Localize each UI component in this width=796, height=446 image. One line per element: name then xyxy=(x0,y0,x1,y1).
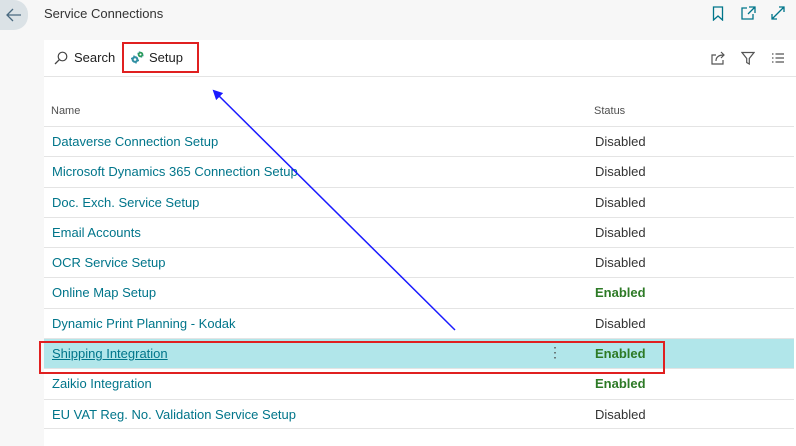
table-row[interactable]: Dataverse Connection Setup Disabled xyxy=(44,126,794,156)
list-view-icon[interactable] xyxy=(770,50,786,66)
row-status: Disabled xyxy=(595,194,646,210)
column-header-name[interactable]: Name xyxy=(51,105,80,117)
row-name-link[interactable]: Online Map Setup xyxy=(52,285,156,300)
table-row[interactable]: OCR Service Setup Disabled xyxy=(44,247,794,277)
row-status: Disabled xyxy=(595,224,646,240)
table-row[interactable]: Email Accounts Disabled xyxy=(44,216,794,247)
row-highlight-box xyxy=(39,341,665,374)
column-header-status[interactable]: Status xyxy=(594,105,625,117)
row-name-link[interactable]: OCR Service Setup xyxy=(52,255,165,270)
row-name-link[interactable]: Doc. Exch. Service Setup xyxy=(52,195,199,210)
table-row[interactable]: Microsoft Dynamics 365 Connection Setup … xyxy=(44,156,794,186)
share-icon[interactable] xyxy=(710,50,726,66)
table-row[interactable]: Dynamic Print Planning - Kodak Disabled xyxy=(44,307,794,338)
row-name-link[interactable]: Email Accounts xyxy=(52,225,141,240)
action-bar: Search Setup xyxy=(44,40,796,77)
search-label: Search xyxy=(74,50,116,65)
row-name-link[interactable]: Dataverse Connection Setup xyxy=(52,134,218,149)
row-status: Disabled xyxy=(595,255,646,271)
row-name-link[interactable]: Dynamic Print Planning - Kodak xyxy=(52,316,236,331)
list-panel: Search Setup Name Status Dataverse Conne… xyxy=(39,40,796,446)
row-status: Disabled xyxy=(595,315,646,331)
row-name-link[interactable]: Microsoft Dynamics 365 Connection Setup xyxy=(52,164,298,179)
row-name-link[interactable]: Zaikio Integration xyxy=(52,376,152,391)
service-connections-table: Dataverse Connection Setup Disabled Micr… xyxy=(44,126,794,429)
row-status: Enabled xyxy=(595,285,646,301)
toolbar-right-actions xyxy=(710,50,786,66)
row-status: Enabled xyxy=(595,376,646,392)
setup-highlight-box xyxy=(122,42,199,73)
title-actions xyxy=(710,4,786,22)
arrow-left-icon xyxy=(6,8,21,22)
table-row[interactable]: EU VAT Reg. No. Validation Service Setup… xyxy=(44,398,794,429)
bookmark-icon[interactable] xyxy=(710,4,726,22)
row-name-link[interactable]: EU VAT Reg. No. Validation Service Setup xyxy=(52,407,296,422)
page-title: Service Connections xyxy=(44,6,164,21)
search-icon xyxy=(54,51,68,64)
row-status: Disabled xyxy=(595,164,646,180)
filter-icon[interactable] xyxy=(740,50,756,66)
table-row[interactable]: Doc. Exch. Service Setup Disabled xyxy=(44,186,794,217)
open-new-window-icon[interactable] xyxy=(740,4,756,22)
table-row[interactable]: Online Map Setup Enabled xyxy=(44,277,794,307)
row-status: Disabled xyxy=(595,406,646,422)
search-button[interactable]: Search xyxy=(54,50,115,65)
row-status: Disabled xyxy=(595,134,646,149)
back-button[interactable] xyxy=(0,0,28,30)
expand-icon[interactable] xyxy=(770,4,786,22)
